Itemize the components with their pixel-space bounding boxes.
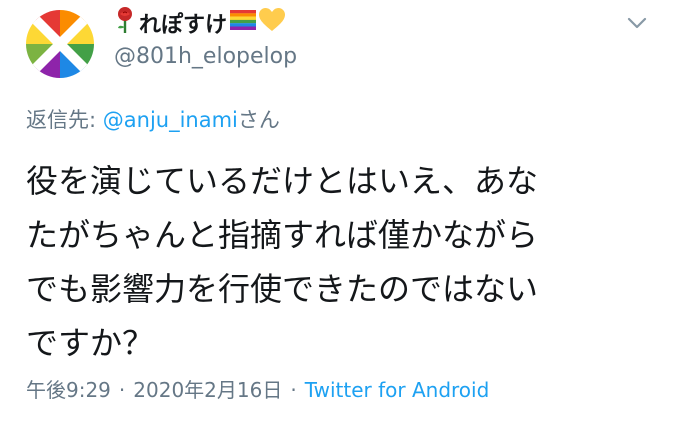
meta-separator: · (118, 378, 126, 402)
chevron-down-icon[interactable] (626, 12, 648, 34)
reply-to-line: 返信先: @anju_inamiさん (26, 104, 280, 134)
avatar[interactable] (26, 10, 94, 78)
rainbow-flag-icon (230, 10, 257, 36)
display-name: れぽすけ (139, 13, 228, 38)
reply-suffix: さん (237, 108, 280, 132)
rose-icon (114, 6, 136, 40)
display-name-row[interactable]: れぽすけ (114, 6, 286, 40)
tweet-meta: 午後9:29 · 2020年2月16日 · Twitter for Android (26, 374, 489, 403)
tweet-time[interactable]: 午後9:29 (26, 378, 111, 402)
tweet-text: 役を演じているだけとはいえ、あな たがちゃんと指摘すれば僅かながら でも影響力を… (26, 162, 539, 362)
tweet-date[interactable]: 2020年2月16日 (133, 378, 282, 402)
tweet-source-link[interactable]: Twitter for Android (305, 378, 490, 402)
user-handle[interactable]: @801h_elopelop (114, 44, 297, 69)
meta-separator-2: · (290, 378, 297, 402)
reply-prefix: 返信先: (26, 108, 103, 132)
yellow-heart-icon (259, 8, 286, 38)
reply-mention-link[interactable]: @anju_inami (103, 108, 238, 132)
